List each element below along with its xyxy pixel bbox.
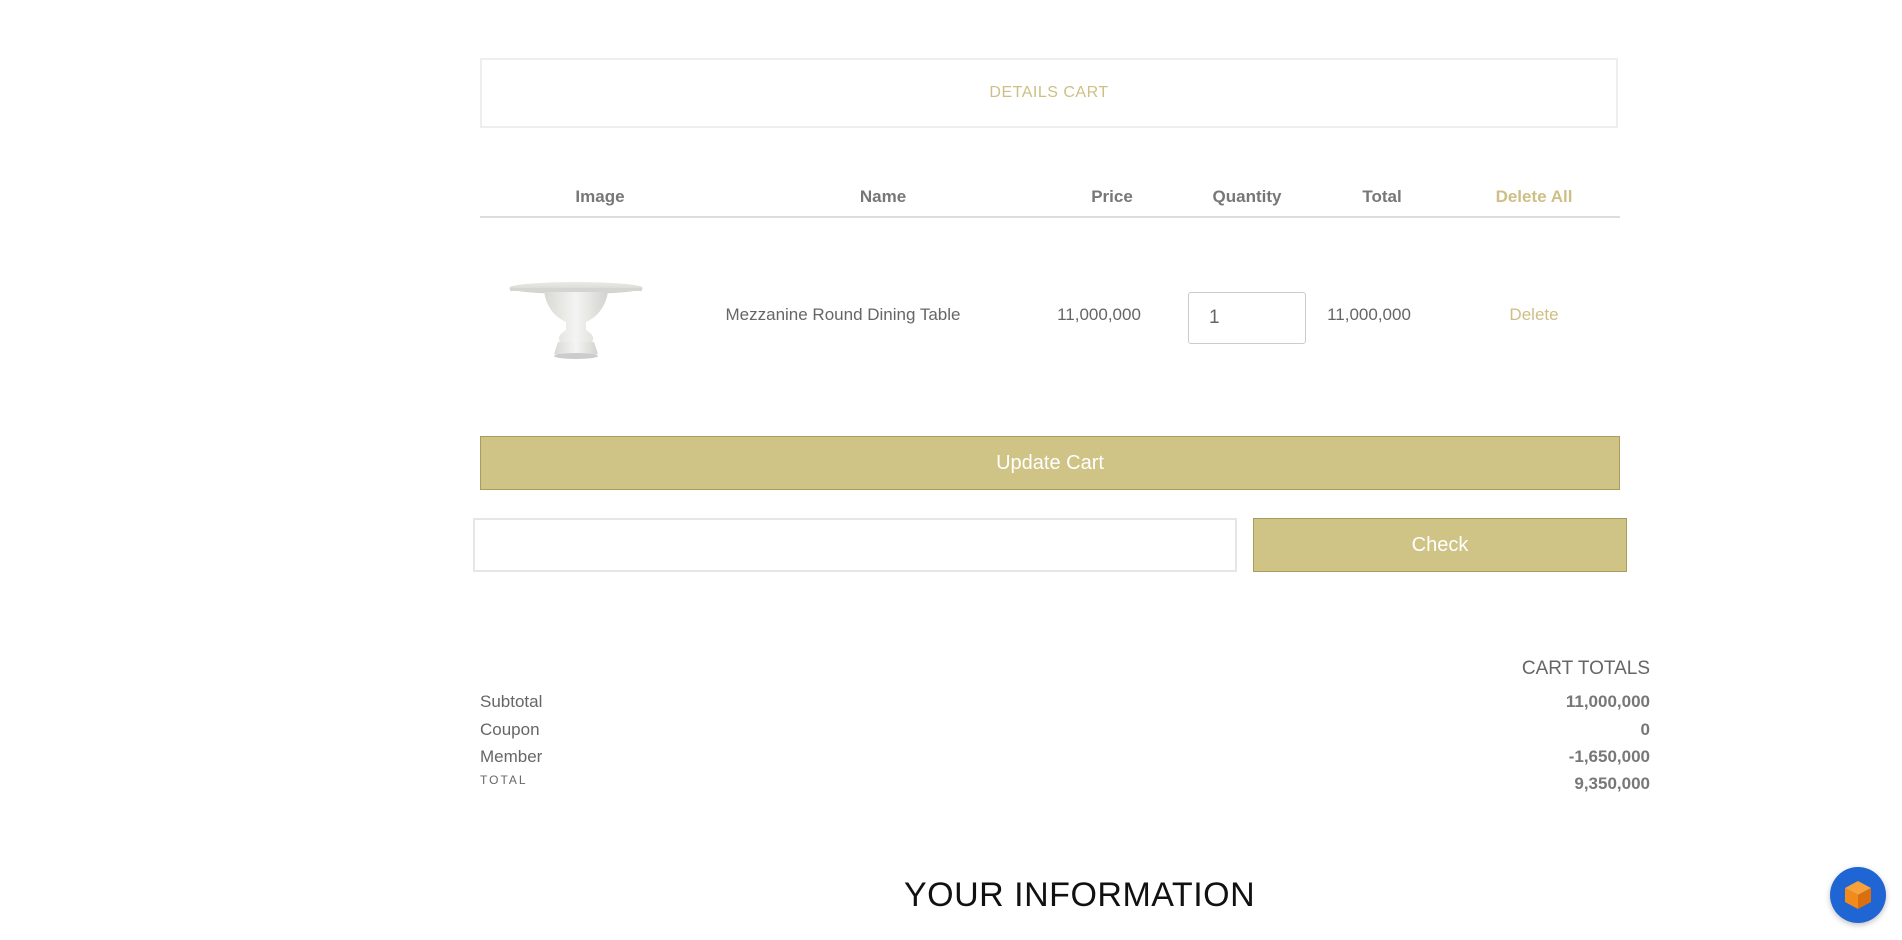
product-total: 11,000,000	[1327, 305, 1411, 324]
column-price: Price	[1091, 187, 1133, 206]
subtotal-value: 11,000,000	[1565, 692, 1650, 711]
total-label: TOTAL	[480, 773, 528, 787]
total-value: 9,350,000	[1574, 774, 1650, 793]
floating-widget-button[interactable]	[1830, 867, 1886, 923]
table-product-image	[509, 282, 643, 359]
update-cart-label: Update Cart	[996, 451, 1104, 474]
column-image: Image	[575, 187, 625, 206]
cube-icon	[1845, 881, 1871, 909]
column-name: Name	[859, 187, 907, 206]
update-cart-button[interactable]: Update Cart	[480, 436, 1620, 490]
coupon-label: Coupon	[480, 720, 540, 739]
member-value: -1,650,000	[1568, 747, 1650, 766]
product-price: 11,000,000	[1057, 305, 1141, 324]
cart-totals-title: CART TOTALS	[1521, 658, 1650, 679]
subtotal-label: Subtotal	[480, 692, 543, 711]
cart-page: DETAILS CART Image Name Price Quantity T…	[0, 0, 1902, 940]
member-label: Member	[480, 747, 543, 766]
column-total: Total	[1362, 187, 1402, 206]
coupon-value: 0	[1640, 720, 1650, 739]
table-row: Mezzanine Round Dining Table 11,000,000 …	[480, 252, 1620, 382]
column-quantity: Quantity	[1212, 187, 1282, 206]
cart-table-header: Image Name Price Quantity Total Delete A…	[480, 182, 1620, 218]
delete-all-button[interactable]: Delete All	[1496, 187, 1573, 207]
delete-button[interactable]: Delete	[1509, 305, 1558, 325]
details-cart-header: DETAILS CART	[480, 58, 1618, 128]
product-name[interactable]: Mezzanine Round Dining Table	[725, 305, 960, 325]
check-label: Check	[1411, 533, 1469, 556]
quantity-input[interactable]	[1188, 292, 1306, 344]
coupon-input[interactable]	[473, 518, 1237, 572]
details-cart-title: DETAILS CART	[989, 84, 1109, 101]
your-information-title: YOUR INFORMATION	[904, 876, 1256, 914]
check-coupon-button[interactable]: Check	[1253, 518, 1627, 572]
